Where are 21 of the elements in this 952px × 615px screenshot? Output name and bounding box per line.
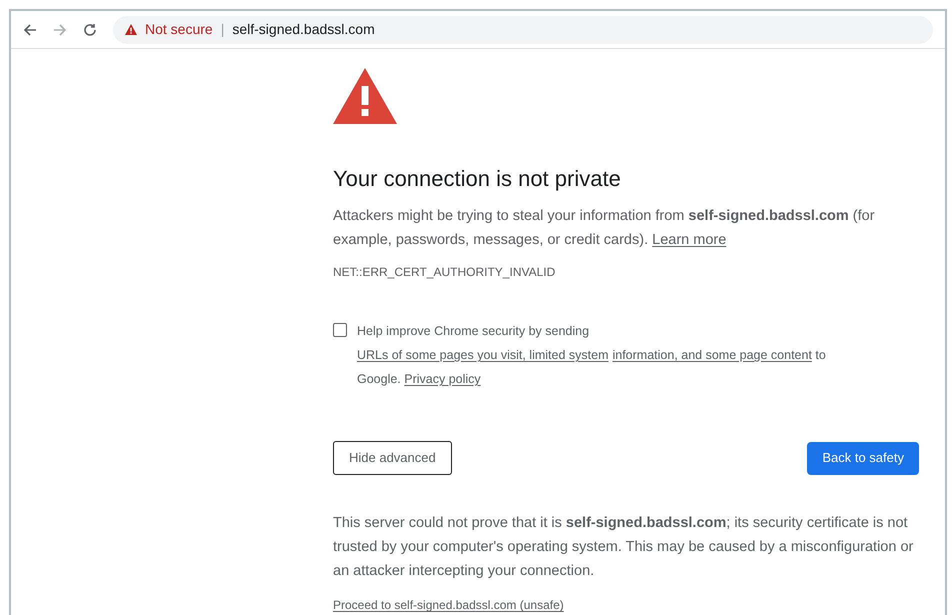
error-code: NET::ERR_CERT_AUTHORITY_INVALID [333, 264, 556, 281]
page-heading: Your connection is not private [333, 165, 622, 193]
intro-paragraph: Attackers might be trying to steal your information from self-signed.badssl.com (for example, passwords, messages, or credit cards). Learn more [333, 207, 876, 250]
reload-icon[interactable] [83, 22, 97, 36]
separator: | [220, 20, 224, 39]
details-paragraph: This server could not prove that it is self-signed.badssl.com; its security certificate is not trusted by your computer's operating system. This may be caused by a misconfiguration or an attacker intercepting your connection. [333, 514, 914, 581]
url-text: self-signed.badssl.com [232, 20, 375, 39]
opt-in-text: Help improve Chrome security by sending URLs of some pages you visit, limited system information, and some page content to Google. Privacy policy [357, 323, 827, 388]
address-bar[interactable]: Not secure | self-signed.badssl.com [113, 16, 933, 44]
inline-link[interactable]: information, and some page content [612, 348, 812, 362]
warning-icon [333, 68, 397, 124]
hide-advanced-button[interactable]: Hide advanced [333, 441, 452, 475]
inline-link[interactable]: URLs of some pages you visit, limited system [357, 348, 608, 362]
back-to-safety-button[interactable]: Back to safety [807, 442, 919, 474]
warning-icon [125, 24, 137, 35]
inline-link[interactable]: Learn more [652, 232, 726, 248]
security-label: Not secure [145, 20, 213, 39]
opt-in-checkbox[interactable] [333, 323, 347, 337]
proceed-link[interactable]: Proceed to self-signed.badssl.com (unsafe) [333, 596, 564, 614]
inline-link[interactable]: Privacy policy [404, 372, 481, 386]
back-icon[interactable] [23, 22, 37, 36]
